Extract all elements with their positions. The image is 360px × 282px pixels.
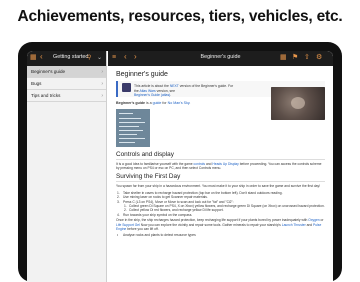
para-text: It is a good idea to familiarise yoursel… bbox=[116, 161, 194, 166]
intro-text: is a bbox=[145, 101, 153, 105]
hatnote-text: This article is about the NEXT version o… bbox=[134, 84, 234, 98]
hatnote-thumbnail bbox=[122, 83, 131, 92]
sidebar-item-tips-and-tricks[interactable]: Tips and tricks › bbox=[27, 90, 106, 102]
sidebar-item-bugs[interactable]: Bugs › bbox=[27, 78, 106, 90]
settings-icon[interactable]: ⚙ bbox=[316, 54, 322, 62]
link-atlas-wars[interactable]: Atlas Wars bbox=[139, 89, 155, 93]
chevron-right-icon: › bbox=[101, 69, 103, 75]
hero-image[interactable] bbox=[271, 87, 325, 120]
para-text: and bbox=[305, 222, 314, 227]
link-controls[interactable]: controls bbox=[194, 162, 206, 166]
tablet-frame: ▦ ‹ Getting started ⚲ ⌄ Beginner's guide… bbox=[18, 42, 342, 282]
link-heads-up-display[interactable]: Heads Up Display bbox=[212, 162, 238, 166]
link-launch-thruster[interactable]: Launch Thruster bbox=[282, 223, 306, 227]
section-paragraph: It is a good idea to familiarise yoursel… bbox=[116, 162, 325, 171]
chevron-down-icon[interactable]: ⌄ bbox=[97, 54, 102, 62]
search-icon[interactable]: ⚲ bbox=[87, 54, 91, 62]
list-item: Analyse rocks and plants to detect resou… bbox=[116, 233, 325, 238]
sidebar-item-label: Bugs bbox=[31, 81, 42, 86]
page-title: Beginner's guide bbox=[116, 71, 168, 78]
right-toolbar: ≡ ‹ › Beginner's guide ▦ ⚑ ⇧ ⚙ bbox=[108, 51, 333, 66]
back-chevron-icon[interactable]: ‹ bbox=[40, 53, 43, 61]
sidebar-item-beginners-guide[interactable]: Beginner's guide › bbox=[27, 66, 106, 78]
sidebar-item-label: Beginner's guide bbox=[31, 69, 66, 74]
para-text: before you can lift off. bbox=[126, 227, 159, 232]
link-next[interactable]: NEXT bbox=[170, 84, 179, 88]
para-text: Now you can explore the vicinity and rep… bbox=[139, 222, 282, 227]
chevron-right-icon: › bbox=[101, 81, 103, 87]
left-pane-title: Getting started bbox=[53, 54, 89, 60]
intro-text: . bbox=[189, 101, 191, 105]
intro-bold: Beginner's guide bbox=[116, 101, 146, 105]
para-text: or bbox=[319, 218, 324, 223]
right-pane: ≡ ‹ › Beginner's guide ▦ ⚑ ⇧ ⚙ Beginner'… bbox=[108, 51, 333, 282]
list-item: Run towards your ship symbol on the comp… bbox=[116, 213, 325, 218]
sidebar-item-label: Tips and tricks bbox=[31, 93, 61, 98]
sidebar-toggle-icon[interactable]: ▦ bbox=[30, 54, 37, 62]
right-pane-title: Beginner's guide bbox=[200, 54, 241, 60]
screen: ▦ ‹ Getting started ⚲ ⌄ Beginner's guide… bbox=[27, 51, 333, 282]
section-paragraph: Once in the ship, the ship recharges haz… bbox=[116, 218, 325, 231]
article-content: Beginner's guide This article is about t… bbox=[108, 66, 333, 242]
section-paragraph: You spawn far from your ship in a hazard… bbox=[116, 184, 321, 189]
grid-icon[interactable]: ▦ bbox=[280, 54, 287, 62]
hatnote-text-part: version, see bbox=[155, 88, 175, 93]
section-heading-surviving: Surviving the First Day bbox=[116, 173, 325, 183]
share-icon[interactable]: ⇧ bbox=[304, 54, 310, 62]
para-text: Once in the ship, the ship recharges haz… bbox=[116, 218, 309, 223]
hatnote-text-part: This article is about the bbox=[134, 84, 170, 88]
link-no-mans-sky[interactable]: No Man's Sky bbox=[168, 101, 190, 105]
table-of-contents[interactable] bbox=[116, 108, 150, 147]
left-toolbar: ▦ ‹ Getting started ⚲ ⌄ bbox=[27, 51, 106, 66]
section-heading-controls: Controls and display bbox=[116, 151, 325, 160]
link-life-support-gel[interactable]: Life Support Gel bbox=[116, 223, 140, 227]
chevron-right-icon: › bbox=[101, 93, 103, 99]
left-pane: ▦ ‹ Getting started ⚲ ⌄ Beginner's guide… bbox=[27, 51, 107, 282]
bookmark-icon[interactable]: ⚑ bbox=[292, 54, 298, 62]
hatnote-text-part: . bbox=[170, 93, 172, 98]
link-oxygen[interactable]: Oxygen bbox=[308, 218, 319, 222]
headline: Achievements, resources, tiers, vehicles… bbox=[17, 8, 343, 25]
link-beginners-guide-atlas[interactable]: Beginner's Guide (atlas) bbox=[134, 93, 170, 97]
